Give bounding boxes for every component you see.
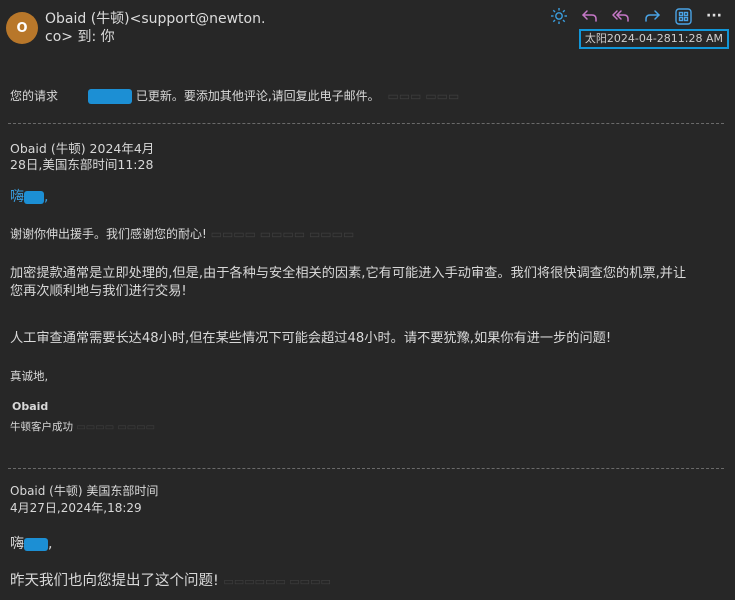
message-datetime: 太阳2024-04-2811:28 AM (578, 29, 729, 49)
message1-signoff: 真诚地, (10, 369, 49, 383)
redacted-request-id (87, 89, 132, 104)
notice-prefix: 您的请求 (10, 89, 59, 103)
message2-header-line2: 4月27日,2024年,18:29 (10, 501, 142, 515)
apps-icon[interactable] (672, 5, 694, 27)
greeting-comma-2: , (48, 536, 53, 552)
thanks-text: 谢谢你伸出援手。我们感谢您的耐心! (10, 227, 207, 241)
sender-name-email: Obaid (牛顿)<support@newton. (45, 11, 266, 27)
message2-body-text: 昨天我们也向您提出了这个问题! (10, 573, 219, 589)
greeting-word-2: 嗨 (10, 536, 24, 552)
redacted-name (24, 190, 44, 204)
brightness-icon[interactable] (548, 5, 570, 27)
message1-para2: 人工审查通常需要长达48小时,但在某些情况下可能会超过48小时。请不要犹豫,如果… (10, 331, 612, 346)
greeting-word: 嗨 (10, 189, 24, 205)
message2-greeting: 嗨, (10, 533, 52, 553)
more-icon[interactable]: ··· (703, 5, 725, 27)
signature-name: Obaid (12, 400, 49, 413)
notice-suffix: 已更新。要添加其他评论,请回复此电子邮件。 (135, 89, 380, 103)
greeting-comma: , (44, 189, 49, 205)
message1-para1-line1: 加密提款通常是立即处理的,但是,由于各种与安全相关的因素,它有可能进入手动审查。… (10, 266, 687, 281)
signature-title: 牛顿客户成功 ▭▭▭▭ ▭▭▭▭ (10, 421, 156, 433)
message-divider (8, 123, 724, 124)
signature-title-text: 牛顿客户成功 (10, 421, 73, 433)
forward-icon[interactable] (641, 5, 663, 27)
message-toolbar: ··· (548, 5, 725, 27)
update-notice: 您的请求 已更新。要添加其他评论,请回复此电子邮件。 ▭▭▭ ▭▭▭ (10, 89, 460, 104)
sender-info[interactable]: Obaid (牛顿)<support@newton. co> 到: 你 (45, 10, 275, 46)
message-divider-2 (8, 468, 724, 469)
message1-thanks: 谢谢你伸出援手。我们感谢您的耐心! ▭▭▭▭ ▭▭▭▭ ▭▭▭▭ (10, 227, 355, 241)
reply-icon[interactable] (579, 5, 601, 27)
redacted-name-2 (24, 537, 48, 551)
message1-header-line2: 28日,美国东部时间11:28 (10, 157, 154, 172)
recipient-line: co> 到: 你 (45, 29, 115, 45)
message2-header-line1: Obaid (牛顿) 美国东部时间 (10, 484, 159, 498)
message1-greeting: 嗨, (10, 186, 48, 206)
reply-all-icon[interactable] (610, 5, 632, 27)
message1-para1-line2: 您再次顺利地与我们进行交易! (10, 284, 187, 299)
sender-avatar[interactable]: O (6, 12, 38, 44)
message2-body: 昨天我们也向您提出了这个问题! ▭▭▭▭▭▭ ▭▭▭▭ (10, 573, 331, 589)
